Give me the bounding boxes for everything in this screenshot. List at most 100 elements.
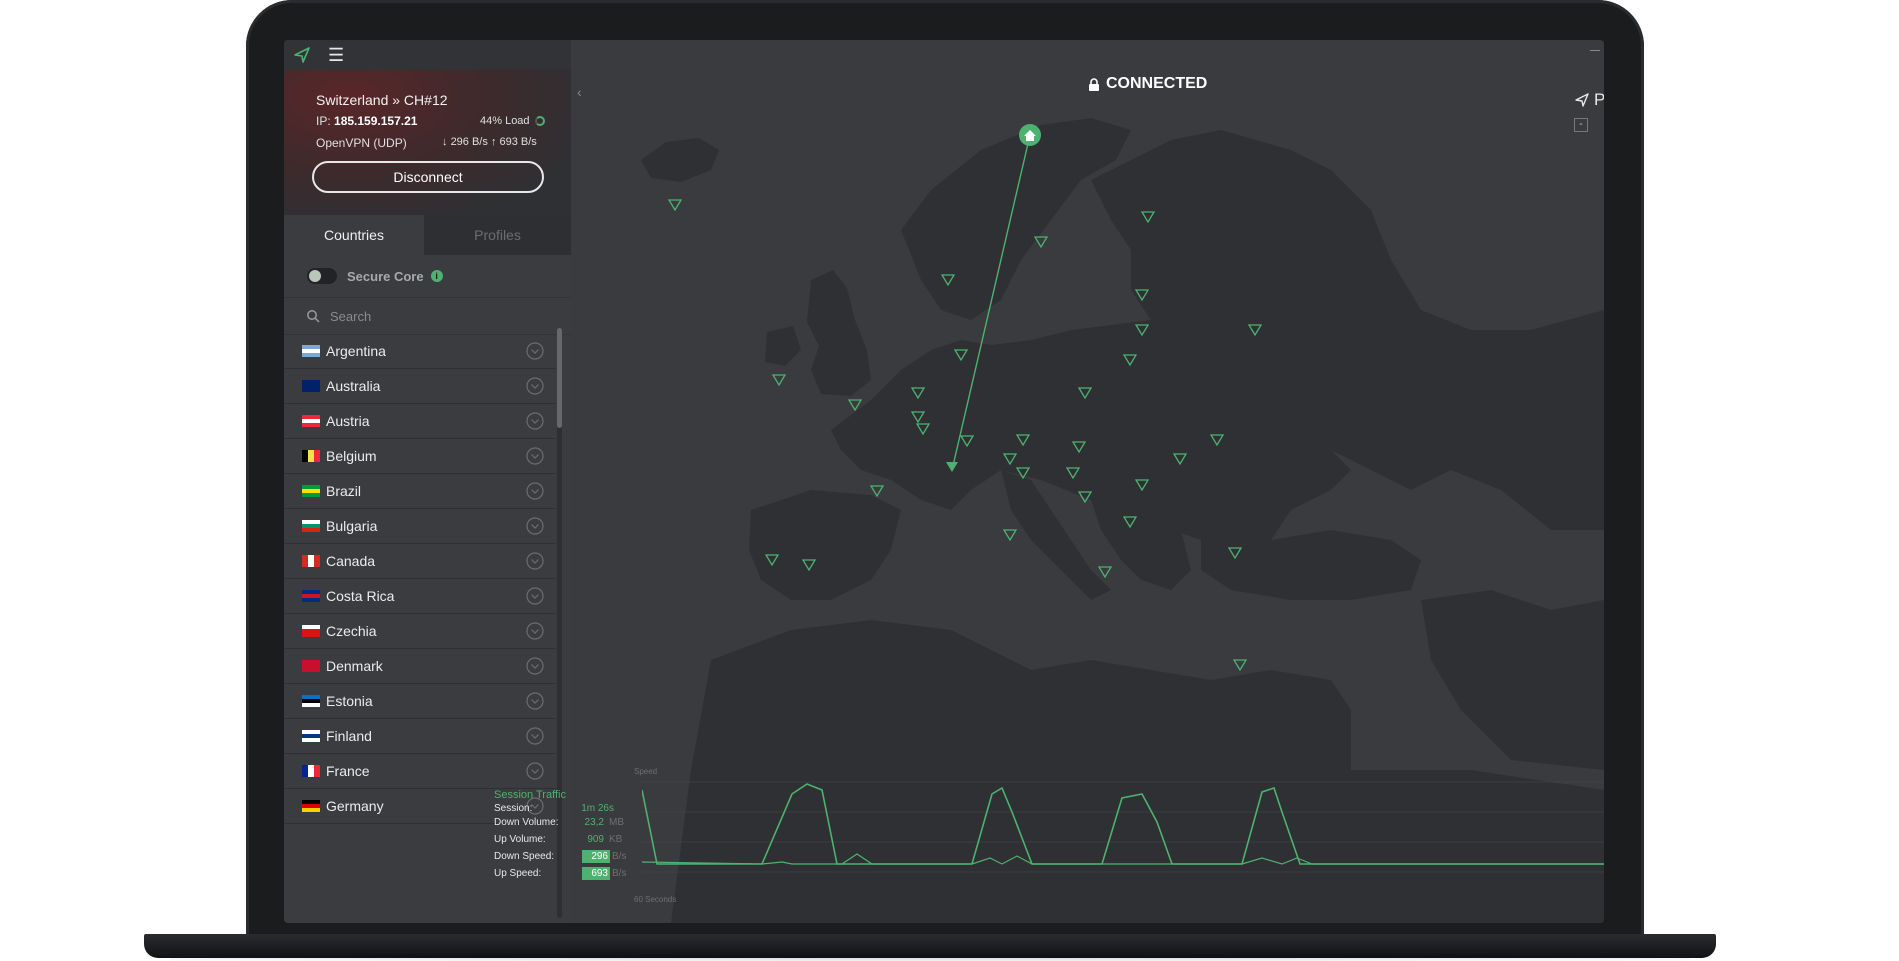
scroll-thumb[interactable] — [557, 328, 562, 428]
list-item[interactable]: Finland — [284, 719, 556, 754]
down-arrow-icon: ↓ — [442, 136, 448, 148]
up-volume-label: Up Volume: — [494, 834, 546, 845]
navigation-arrow-icon — [1575, 93, 1589, 107]
search-row — [284, 298, 571, 335]
list-item[interactable]: Belgium — [284, 439, 556, 474]
load-label: 44% Load — [480, 115, 530, 127]
list-item[interactable]: Argentina — [284, 334, 556, 369]
up-volume-value: 909 — [587, 834, 604, 845]
secure-core-toggle[interactable] — [307, 268, 337, 284]
chevron-down-icon[interactable] — [526, 622, 544, 640]
info-icon[interactable]: i — [430, 270, 443, 282]
session-label: Session: — [494, 803, 533, 814]
chart-grid — [642, 781, 1604, 873]
czechia-flag-icon — [302, 625, 320, 637]
tab-profiles[interactable]: Profiles — [424, 215, 571, 255]
chevron-down-icon[interactable] — [526, 657, 544, 675]
search-input[interactable] — [328, 307, 532, 325]
argentina-flag-icon — [302, 345, 320, 357]
down-speed-label: Down Speed: — [494, 851, 555, 862]
chevron-down-icon[interactable] — [526, 692, 544, 710]
chevron-down-icon[interactable] — [526, 377, 544, 395]
search-icon — [307, 310, 320, 323]
austria-flag-icon — [302, 415, 320, 427]
list-item[interactable]: Costa Rica — [284, 579, 556, 614]
list-item[interactable]: Czechia — [284, 614, 556, 649]
zoom-out-button[interactable]: - — [1574, 118, 1588, 132]
ip-label: IP: — [316, 114, 331, 128]
canada-flag-icon — [302, 555, 320, 567]
country-name: Belgium — [326, 448, 377, 464]
speed-chart — [642, 781, 1604, 873]
protonvpn-logo-icon[interactable] — [292, 45, 312, 65]
window-minimize-icon[interactable] — [1590, 50, 1600, 51]
up-speed: 693 B/s — [499, 136, 537, 148]
upload-speed-line — [642, 853, 1604, 865]
load-ring-icon — [534, 116, 545, 126]
down-speed: 296 B/s — [450, 136, 488, 148]
country-list: Argentina Australia Austria Belgium Brazil Bu… — [284, 334, 556, 824]
list-item[interactable]: Brazil — [284, 474, 556, 509]
chevron-down-icon[interactable] — [526, 552, 544, 570]
list-item[interactable]: Canada — [284, 544, 556, 579]
secure-core-label: Secure Core — [347, 268, 424, 284]
country-name: Estonia — [326, 693, 373, 709]
app-window: ☰ Switzerland » CH#12 IP: 185.159.157.21… — [284, 40, 1604, 923]
quick-connect-corner[interactable]: Pro — [1574, 90, 1604, 110]
chevron-down-icon[interactable] — [526, 412, 544, 430]
chevron-down-icon[interactable] — [526, 517, 544, 535]
session-traffic-title: Session Traffic — [494, 789, 566, 801]
iberia-shape — [749, 490, 901, 600]
germany-flag-icon — [302, 800, 320, 812]
list-item[interactable]: Australia — [284, 369, 556, 404]
country-name: Germany — [326, 798, 384, 814]
secure-core-row: Secure Core i — [284, 255, 571, 298]
up-volume-unit: KB — [609, 834, 623, 845]
country-name: Australia — [326, 378, 381, 394]
country-name: Brazil — [326, 483, 362, 499]
hamburger-menu-icon[interactable]: ☰ — [328, 46, 344, 64]
turkey-shape — [1201, 530, 1421, 600]
ip-value: 185.159.157.21 — [334, 114, 418, 128]
list-item[interactable]: Bulgaria — [284, 509, 556, 544]
scrollbar[interactable] — [557, 328, 562, 918]
estonia-flag-icon — [302, 695, 320, 707]
connection-status: CONNECTED — [1088, 75, 1207, 93]
country-name: Czechia — [326, 623, 377, 639]
list-item[interactable]: Denmark — [284, 649, 556, 684]
country-name: Canada — [326, 553, 376, 569]
bulgaria-flag-icon — [302, 520, 320, 532]
quick-connect-text: Pro — [1594, 90, 1604, 109]
laptop-shadow — [170, 952, 1690, 961]
chevron-down-icon[interactable] — [526, 762, 544, 780]
finland-flag-icon — [302, 730, 320, 742]
sidebar-tabs: Countries Profiles — [284, 215, 571, 255]
protocol-label: OpenVPN (UDP) — [316, 136, 407, 150]
chevron-down-icon[interactable] — [526, 727, 544, 745]
country-name: Austria — [326, 413, 370, 429]
server-name: Switzerland » CH#12 — [316, 92, 448, 108]
ip-address: IP: 185.159.157.21 — [316, 114, 417, 128]
denmark-flag-icon — [302, 660, 320, 672]
title-bar: ☰ — [284, 40, 571, 70]
down-volume-value: 23,2 — [584, 817, 604, 828]
up-speed-label: Up Speed: — [494, 868, 542, 879]
costa-rica-flag-icon — [302, 590, 320, 602]
chevron-down-icon[interactable] — [526, 447, 544, 465]
country-name: Bulgaria — [326, 518, 378, 534]
connected-text: CONNECTED — [1106, 75, 1208, 92]
list-item[interactable]: Austria — [284, 404, 556, 439]
chevron-down-icon[interactable] — [526, 342, 544, 360]
up-speed-value: 693 — [582, 867, 610, 880]
tab-countries[interactable]: Countries — [284, 215, 424, 255]
country-name: Argentina — [326, 343, 386, 359]
belgium-flag-icon — [302, 450, 320, 462]
list-item[interactable]: Estonia — [284, 684, 556, 719]
country-name: Denmark — [326, 658, 383, 674]
disconnect-button[interactable]: Disconnect — [312, 161, 544, 193]
list-item[interactable]: France — [284, 754, 556, 789]
chevron-down-icon[interactable] — [526, 587, 544, 605]
chevron-down-icon[interactable] — [526, 482, 544, 500]
great-britain-shape — [807, 270, 871, 396]
collapse-sidebar-icon[interactable]: ‹ — [577, 84, 582, 100]
